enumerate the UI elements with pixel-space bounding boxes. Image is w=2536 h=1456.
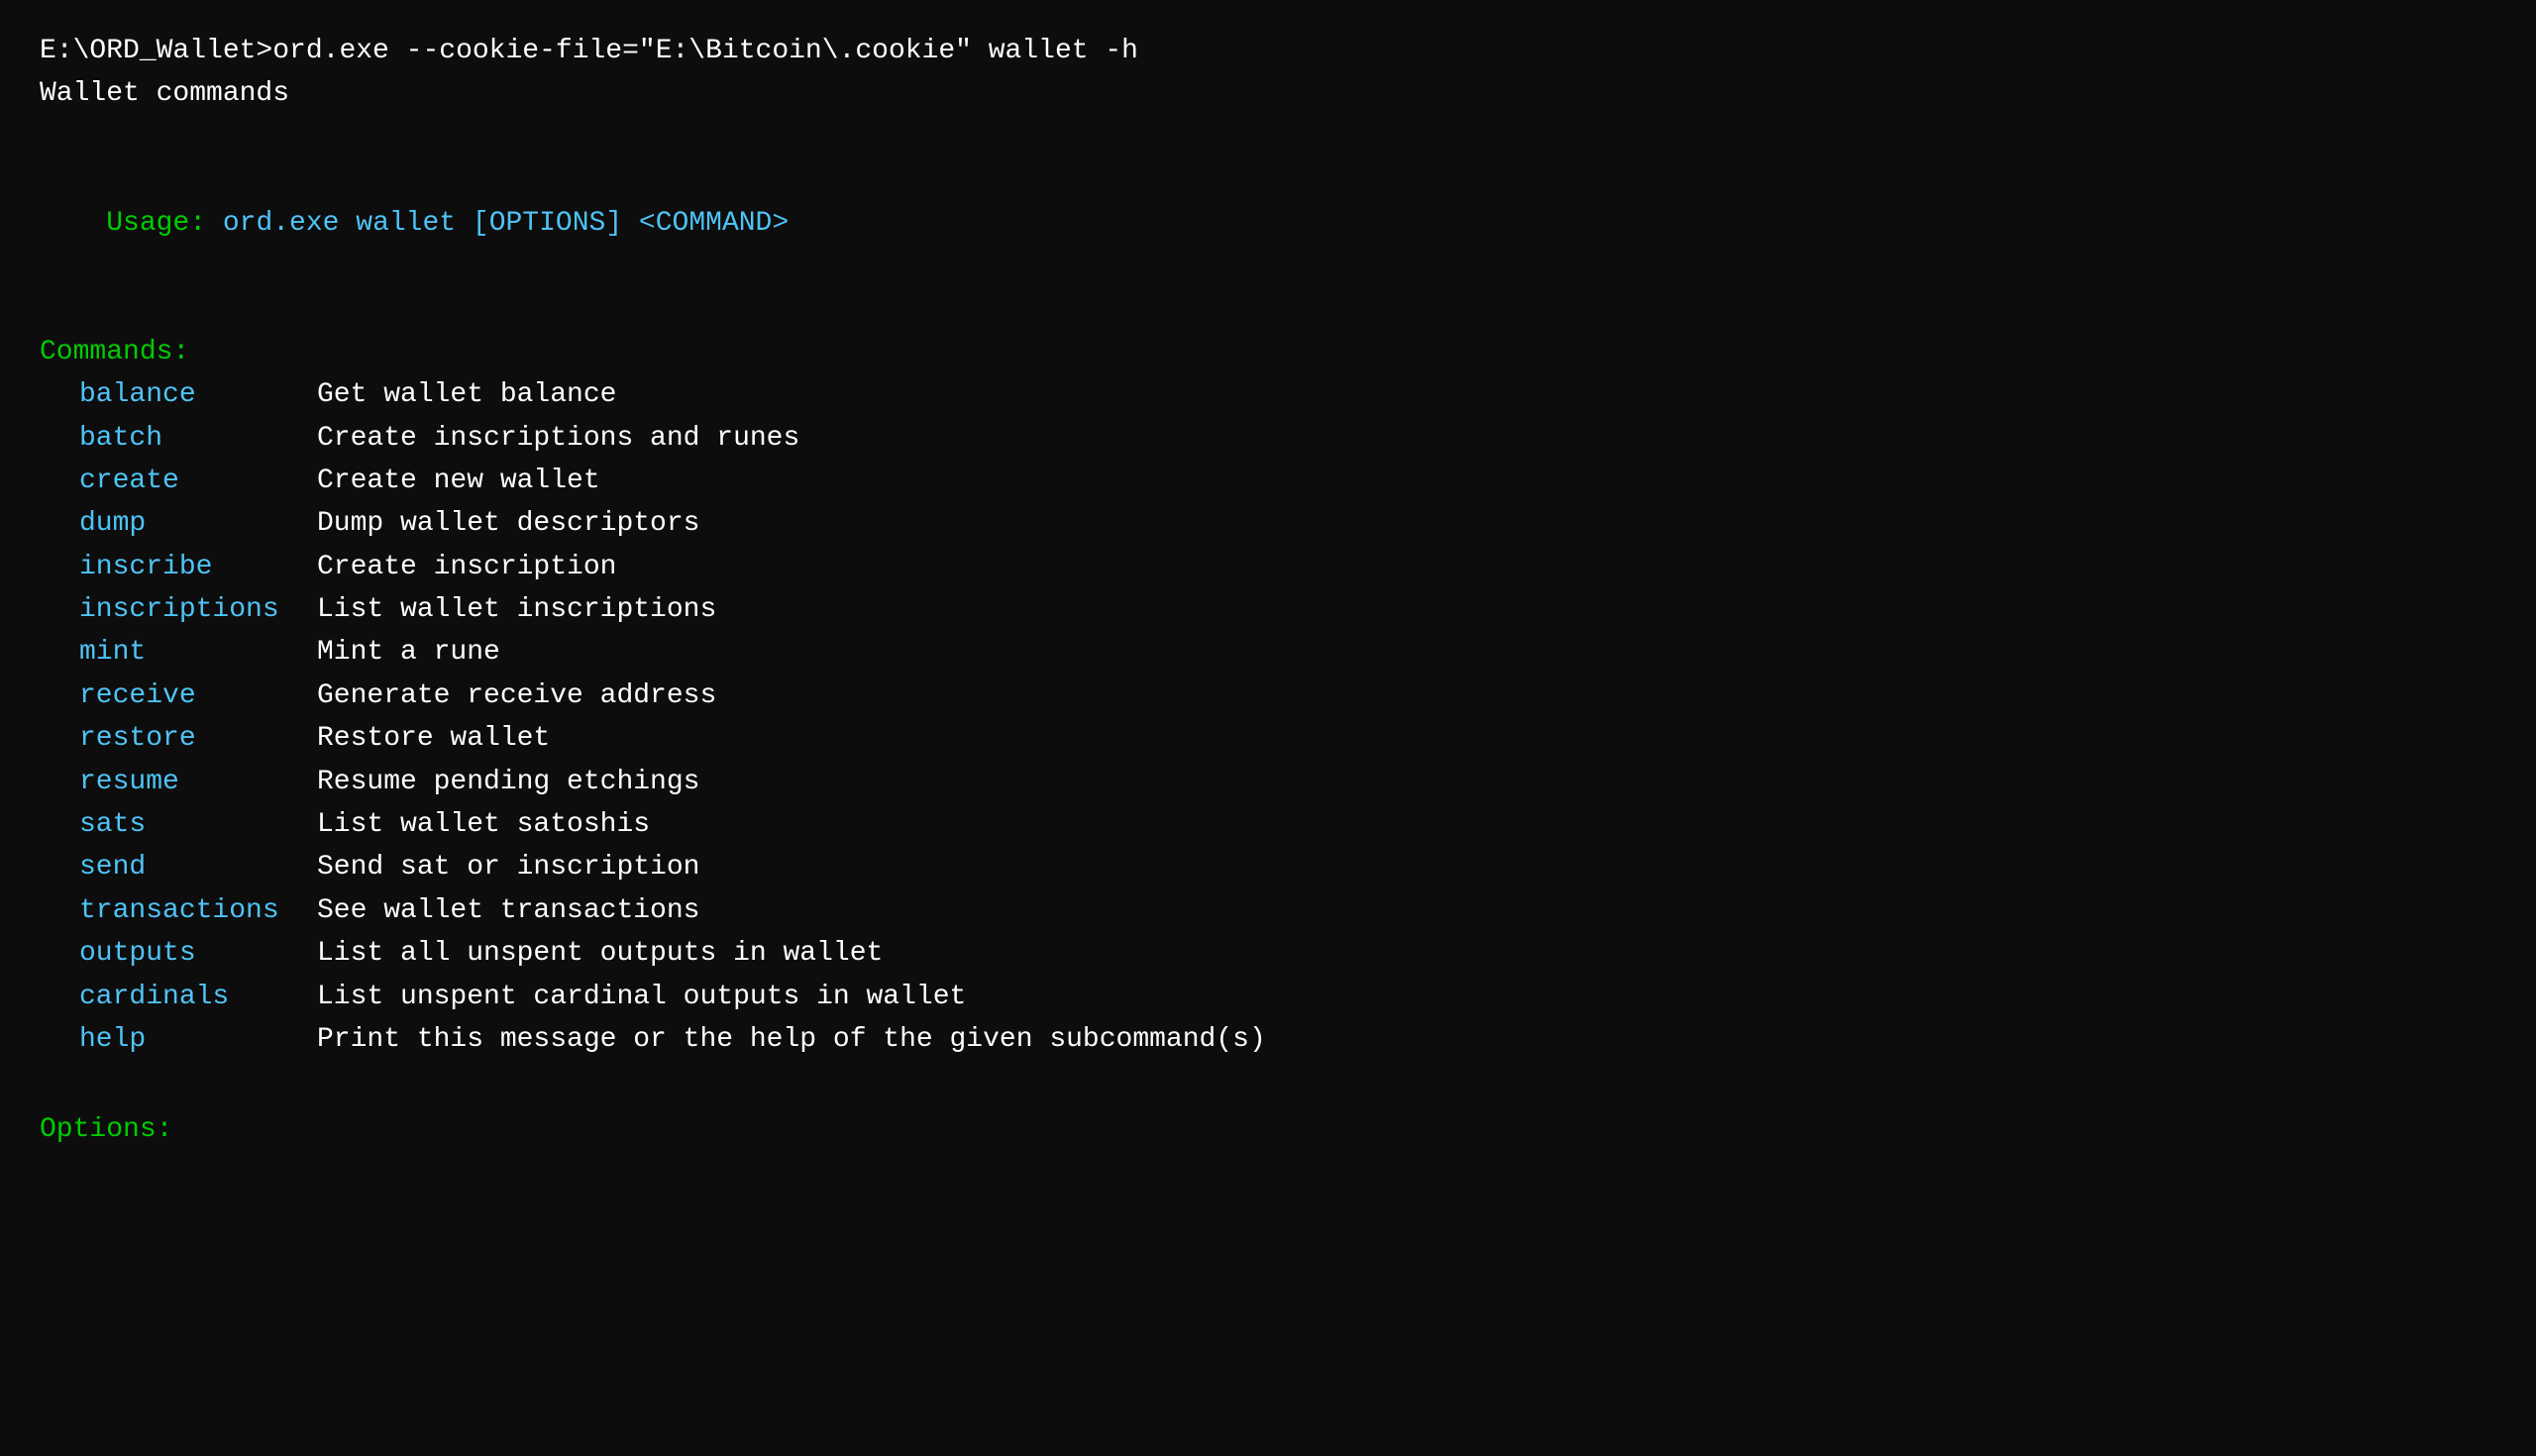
- command-description: List wallet inscriptions: [317, 588, 716, 631]
- terminal: E:\ORD_Wallet>ord.exe --cookie-file="E:\…: [40, 30, 2496, 1151]
- command-description: Dump wallet descriptors: [317, 502, 699, 545]
- command-row: cardinalsList unspent cardinal outputs i…: [40, 976, 2496, 1018]
- command-row: balanceGet wallet balance: [40, 373, 2496, 416]
- command-row: inscriptionsList wallet inscriptions: [40, 588, 2496, 631]
- usage-command: ord.exe wallet: [223, 208, 456, 239]
- usage-options: [OPTIONS] <COMMAND>: [456, 208, 789, 239]
- command-name: transactions: [40, 889, 317, 932]
- options-header: Options:: [40, 1108, 2496, 1151]
- command-row: receiveGenerate receive address: [40, 675, 2496, 717]
- command-row: satsList wallet satoshis: [40, 803, 2496, 846]
- command-row: outputsList all unspent outputs in walle…: [40, 932, 2496, 975]
- command-description: See wallet transactions: [317, 889, 699, 932]
- command-description: Create inscriptions and runes: [317, 417, 799, 460]
- commands-header: Commands:: [40, 331, 2496, 373]
- command-name: dump: [40, 502, 317, 545]
- command-description: Generate receive address: [317, 675, 716, 717]
- prompt-line: E:\ORD_Wallet>ord.exe --cookie-file="E:\…: [40, 30, 2496, 72]
- command-description: Mint a rune: [317, 631, 500, 674]
- blank-line-3: [40, 1061, 2496, 1103]
- command-description: List all unspent outputs in wallet: [317, 932, 883, 975]
- command-description: List unspent cardinal outputs in wallet: [317, 976, 966, 1018]
- command-row: dumpDump wallet descriptors: [40, 502, 2496, 545]
- wallet-commands-label: Wallet commands: [40, 72, 2496, 115]
- command-name: mint: [40, 631, 317, 674]
- command-name: cardinals: [40, 976, 317, 1018]
- command-description: Print this message or the help of the gi…: [317, 1018, 1266, 1061]
- command-row: batchCreate inscriptions and runes: [40, 417, 2496, 460]
- commands-list: balanceGet wallet balancebatchCreate ins…: [40, 373, 2496, 1061]
- command-row: transactionsSee wallet transactions: [40, 889, 2496, 932]
- command-row: createCreate new wallet: [40, 460, 2496, 502]
- command-description: Create new wallet: [317, 460, 600, 502]
- command-name: inscriptions: [40, 588, 317, 631]
- command-description: Resume pending etchings: [317, 761, 699, 803]
- command-row: sendSend sat or inscription: [40, 846, 2496, 888]
- command-name: restore: [40, 717, 317, 760]
- command-row: restoreRestore wallet: [40, 717, 2496, 760]
- command-description: Get wallet balance: [317, 373, 616, 416]
- usage-prefix: Usage:: [106, 208, 223, 239]
- blank-line-1: [40, 116, 2496, 158]
- command-row: helpPrint this message or the help of th…: [40, 1018, 2496, 1061]
- command-row: resumeResume pending etchings: [40, 761, 2496, 803]
- command-description: Create inscription: [317, 546, 616, 588]
- command-name: balance: [40, 373, 317, 416]
- command-name: receive: [40, 675, 317, 717]
- command-name: create: [40, 460, 317, 502]
- command-description: Send sat or inscription: [317, 846, 699, 888]
- usage-line: Usage: ord.exe wallet [OPTIONS] <COMMAND…: [40, 158, 2496, 287]
- command-name: resume: [40, 761, 317, 803]
- command-name: batch: [40, 417, 317, 460]
- command-name: help: [40, 1018, 317, 1061]
- command-name: send: [40, 846, 317, 888]
- command-row: mintMint a rune: [40, 631, 2496, 674]
- command-description: List wallet satoshis: [317, 803, 650, 846]
- command-description: Restore wallet: [317, 717, 550, 760]
- blank-line-2: [40, 287, 2496, 330]
- command-row: inscribeCreate inscription: [40, 546, 2496, 588]
- command-name: outputs: [40, 932, 317, 975]
- command-name: inscribe: [40, 546, 317, 588]
- command-name: sats: [40, 803, 317, 846]
